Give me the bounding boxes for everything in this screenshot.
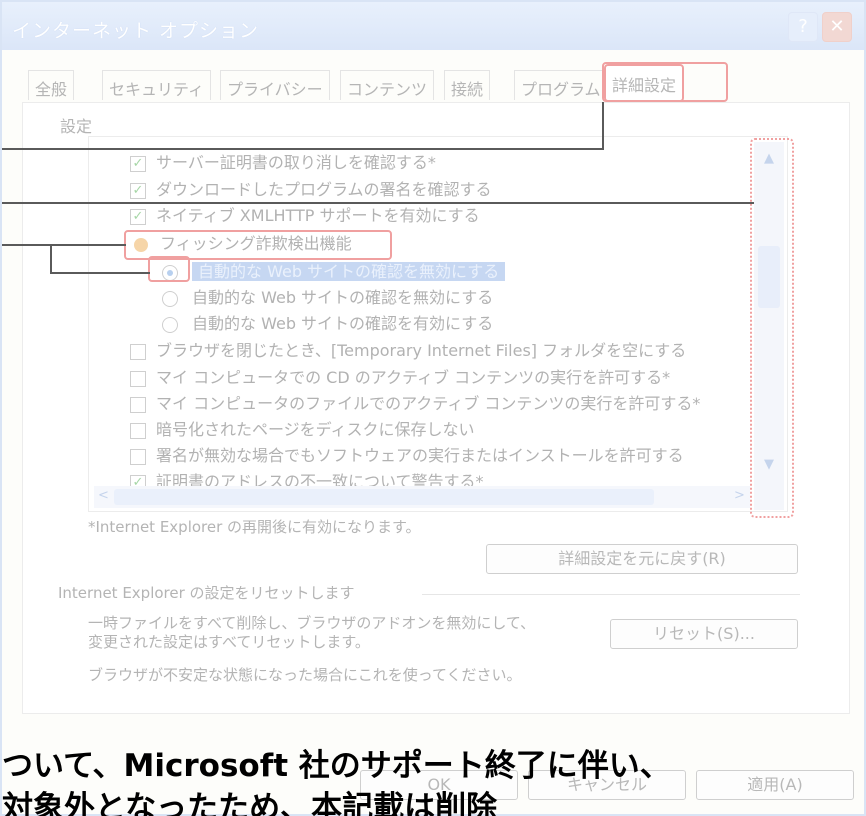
checkbox[interactable] xyxy=(130,343,146,360)
callout-line xyxy=(50,272,150,274)
callout-line xyxy=(2,148,604,150)
highlight-selected-radio xyxy=(148,256,190,282)
tab-content[interactable]: コンテンツ xyxy=(340,70,435,100)
checkbox[interactable] xyxy=(130,448,146,465)
tab-programs[interactable]: プログラム xyxy=(514,70,608,100)
setting-check-server-cert-revocation[interactable]: ✓ サーバー証明書の取り消しを確認する* xyxy=(130,149,436,175)
tab-strip: 全般 セキュリティ プライバシー コンテンツ 接続 プログラム 詳細設定 xyxy=(16,64,856,104)
apply-button[interactable]: 適用(A) xyxy=(696,770,854,800)
highlight-scrollbar xyxy=(750,138,794,518)
checkbox[interactable]: ✓ xyxy=(130,182,146,199)
setting-native-xmlhttp[interactable]: ✓ ネイティブ XMLHTTP サポートを有効にする xyxy=(130,202,480,228)
setting-allow-cd-active-content[interactable]: マイ コンピュータでの CD のアクティブ コンテンツの実行を許可する* xyxy=(130,364,670,390)
callout-line xyxy=(602,102,604,150)
highlight-advanced-tab xyxy=(602,62,728,102)
radio-button[interactable] xyxy=(162,290,178,307)
callout-line xyxy=(50,244,52,274)
callout-line xyxy=(2,202,754,204)
reset-group-label: Internet Explorer の設定をリセットします xyxy=(58,584,355,602)
restore-advanced-settings-button[interactable]: 詳細設定を元に戻す(R) xyxy=(486,544,798,574)
internet-options-dialog: インターネット オプション ? ✕ 全般 セキュリティ プライバシー コンテンツ… xyxy=(0,0,866,816)
overlay-notice-line-1: ついて、Microsoft 社のサポート終了に伴い、 xyxy=(2,748,671,784)
settings-heading: 設定 xyxy=(60,117,93,136)
restart-note: *Internet Explorer の再開後に有効になります。 xyxy=(88,518,421,536)
group-divider xyxy=(422,594,800,595)
setting-allow-invalid-signature[interactable]: 署名が無効な場合でもソフトウェアの実行またはインストールを許可する xyxy=(130,442,684,468)
overlay-notice-line-2: 対象外となったため、本記載は削除 xyxy=(2,790,498,816)
setting-radio-enable-auto-check[interactable]: 自動的な Web サイトの確認を有効にする xyxy=(162,310,493,336)
window-title: インターネット オプション xyxy=(12,20,260,42)
setting-radio-selected[interactable]: 自動的な Web サイトの確認を無効にする xyxy=(162,258,506,284)
checkbox[interactable] xyxy=(130,422,146,439)
checkbox[interactable]: ✓ xyxy=(130,208,146,225)
setting-do-not-save-encrypted[interactable]: 暗号化されたページをディスクに保存しない xyxy=(130,416,475,442)
title-bar: インターネット オプション ? ✕ xyxy=(2,2,864,50)
reset-description-line-1: 一時ファイルをすべて削除し、ブラウザのアドオンを無効にして、 xyxy=(88,614,536,632)
setting-radio-disable-auto-check[interactable]: 自動的な Web サイトの確認を無効にする xyxy=(162,284,493,310)
setting-allow-file-active-content[interactable]: マイ コンピュータのファイルでのアクティブ コンテンツの実行を許可する* xyxy=(130,390,700,416)
callout-line xyxy=(2,244,126,246)
setting-empty-temp-files[interactable]: ブラウザを閉じたとき、[Temporary Internet Files] フォ… xyxy=(130,337,686,363)
tab-connections[interactable]: 接続 xyxy=(444,70,491,100)
setting-check-download-signature[interactable]: ✓ ダウンロードしたプログラムの署名を確認する xyxy=(130,176,492,202)
radio-button[interactable] xyxy=(162,316,178,333)
reset-hint: ブラウザが不安定な状態になった場合にこれを使ってください。 xyxy=(88,666,522,684)
scroll-right-arrow-icon[interactable]: > xyxy=(734,488,745,503)
horizontal-scrollbar[interactable]: < > xyxy=(94,486,750,508)
tab-security[interactable]: セキュリティ xyxy=(102,70,212,100)
reset-button[interactable]: リセット(S)... xyxy=(610,619,798,649)
horizontal-scroll-thumb[interactable] xyxy=(114,489,654,505)
close-button[interactable]: ✕ xyxy=(822,12,852,42)
tab-privacy[interactable]: プライバシー xyxy=(220,70,330,100)
checkbox[interactable] xyxy=(130,370,146,387)
help-button[interactable]: ? xyxy=(788,12,818,42)
checkbox[interactable] xyxy=(130,396,146,413)
checkbox[interactable]: ✓ xyxy=(130,155,146,172)
reset-description-line-2: 変更された設定はすべてリセットします。 xyxy=(88,633,370,651)
scroll-left-arrow-icon[interactable]: < xyxy=(98,488,109,503)
tab-general[interactable]: 全般 xyxy=(28,70,75,100)
